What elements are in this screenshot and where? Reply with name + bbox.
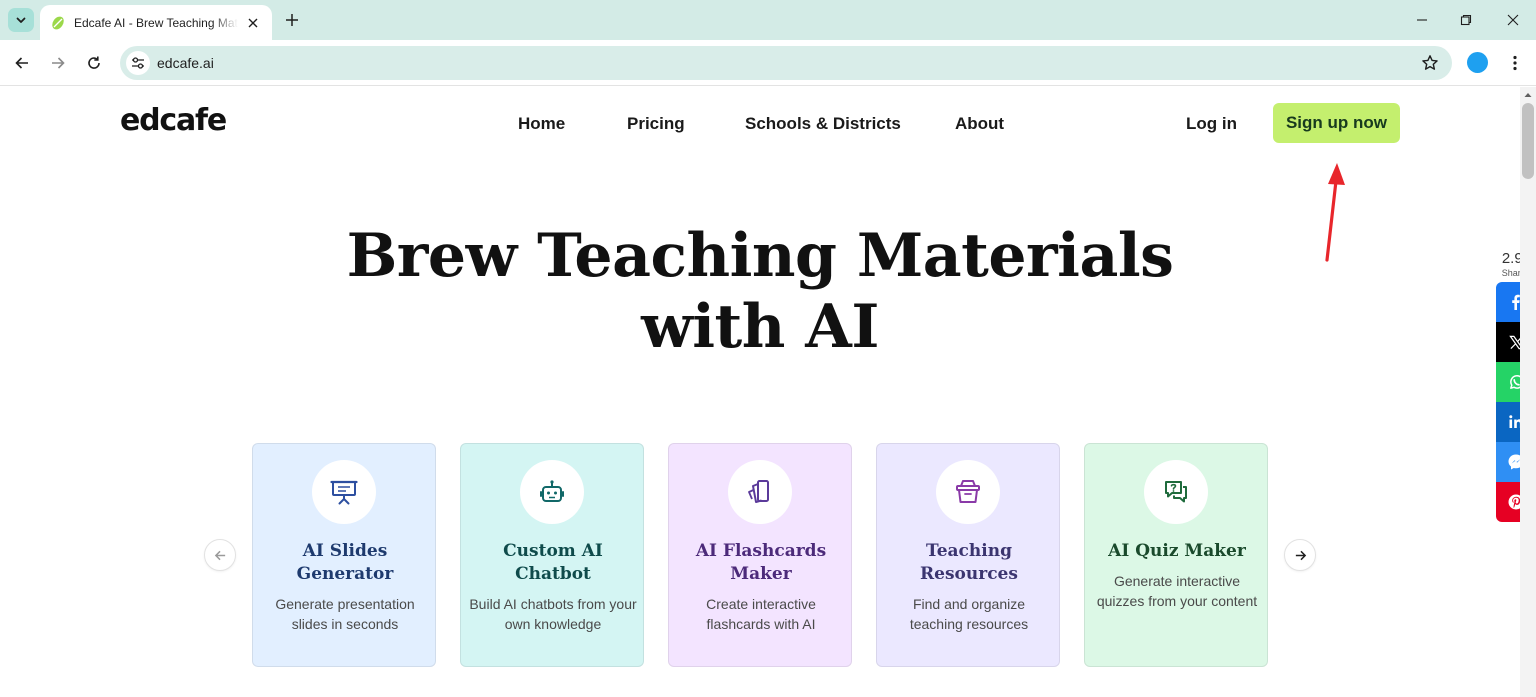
plus-icon bbox=[286, 14, 298, 26]
hero-line-2: with AI bbox=[641, 292, 879, 362]
robot-icon bbox=[520, 460, 584, 524]
new-tab-button[interactable] bbox=[281, 9, 303, 31]
arrow-right-icon bbox=[52, 57, 65, 69]
nav-pricing[interactable]: Pricing bbox=[627, 114, 685, 134]
close-tab-icon[interactable] bbox=[244, 14, 262, 32]
minimize-window-button[interactable] bbox=[1406, 6, 1438, 34]
forward-button[interactable] bbox=[44, 49, 72, 77]
chevron-down-icon bbox=[16, 17, 26, 23]
card-title: Custom AI Chatbot bbox=[503, 541, 603, 584]
edcafe-leaf-icon bbox=[50, 15, 66, 31]
browser-tab-bar: Edcafe AI - Brew Teaching Materials with… bbox=[0, 0, 1536, 40]
site-info-button[interactable] bbox=[126, 51, 150, 75]
feature-card-teaching-resources[interactable]: Teaching Resources Find and organize tea… bbox=[876, 443, 1060, 667]
feature-card-quiz-maker[interactable]: AI Quiz Maker Generate interactive quizz… bbox=[1084, 443, 1268, 667]
basket-icon bbox=[936, 460, 1000, 524]
bookmark-star-button[interactable] bbox=[1420, 53, 1440, 73]
annotation-arrow bbox=[1325, 163, 1345, 262]
nav-schools-districts[interactable]: Schools & Districts bbox=[745, 114, 901, 134]
page-scrollbar-thumb[interactable] bbox=[1522, 103, 1534, 179]
presentation-icon bbox=[312, 460, 376, 524]
carousel-prev-button[interactable] bbox=[204, 539, 236, 571]
carousel-next-button[interactable] bbox=[1284, 539, 1316, 571]
arrow-right-icon bbox=[1295, 550, 1306, 560]
close-icon bbox=[1507, 14, 1519, 26]
close-window-button[interactable] bbox=[1497, 6, 1529, 34]
card-description: Generate interactive quizzes from your c… bbox=[1096, 573, 1258, 609]
tune-icon bbox=[132, 57, 144, 69]
star-icon bbox=[1422, 55, 1438, 70]
tab-title: Edcafe AI - Brew Teaching Materials with… bbox=[74, 15, 238, 30]
hero-heading: Brew Teaching Materials with AI bbox=[260, 221, 1260, 363]
web-page: edcafe Home Pricing Schools & Districts … bbox=[0, 87, 1520, 697]
card-title: Teaching Resources bbox=[920, 541, 1018, 584]
minimize-icon bbox=[1417, 19, 1427, 21]
kebab-menu-icon bbox=[1513, 55, 1517, 71]
hero-line-1: Brew Teaching Materials bbox=[346, 221, 1174, 291]
quiz-chat-icon bbox=[1144, 460, 1208, 524]
scroll-up-arrow-icon[interactable] bbox=[1523, 90, 1533, 100]
signup-button[interactable]: Sign up now bbox=[1273, 103, 1400, 143]
profile-avatar[interactable] bbox=[1467, 52, 1488, 73]
feature-card-ai-slides[interactable]: AI Slides Generator Generate presentatio… bbox=[252, 443, 436, 667]
browser-menu-button[interactable] bbox=[1503, 50, 1527, 76]
card-title: AI Quiz Maker bbox=[1108, 541, 1246, 561]
flashcards-icon bbox=[728, 460, 792, 524]
card-description: Find and organize teaching resources bbox=[909, 596, 1029, 632]
browser-tab-active[interactable]: Edcafe AI - Brew Teaching Materials with… bbox=[40, 5, 272, 40]
tab-search-button[interactable] bbox=[8, 8, 34, 32]
feature-card-flashcards[interactable]: AI Flashcards Maker Create interactive f… bbox=[668, 443, 852, 667]
browser-toolbar: edcafe.ai bbox=[0, 40, 1536, 86]
card-description: Build AI chatbots from your own knowledg… bbox=[469, 596, 637, 632]
edcafe-logo[interactable]: edcafe bbox=[120, 103, 227, 138]
address-bar[interactable]: edcafe.ai bbox=[120, 46, 1452, 80]
arrow-left-icon bbox=[214, 550, 225, 560]
card-description: Create interactive flashcards with AI bbox=[706, 596, 816, 632]
reload-button[interactable] bbox=[80, 49, 108, 77]
reload-icon bbox=[88, 56, 100, 69]
restore-icon bbox=[1460, 14, 1472, 26]
restore-window-button[interactable] bbox=[1450, 6, 1482, 34]
back-button[interactable] bbox=[8, 49, 36, 77]
url-text[interactable]: edcafe.ai bbox=[157, 55, 214, 71]
login-link[interactable]: Log in bbox=[1186, 114, 1237, 134]
card-title: AI Slides Generator bbox=[296, 541, 394, 584]
card-title: AI Flashcards Maker bbox=[695, 541, 827, 584]
nav-home[interactable]: Home bbox=[518, 114, 565, 134]
nav-about[interactable]: About bbox=[955, 114, 1004, 134]
card-description: Generate presentation slides in seconds bbox=[275, 596, 415, 632]
feature-card-custom-chatbot[interactable]: Custom AI Chatbot Build AI chatbots from… bbox=[460, 443, 644, 667]
arrow-left-icon bbox=[15, 57, 28, 69]
